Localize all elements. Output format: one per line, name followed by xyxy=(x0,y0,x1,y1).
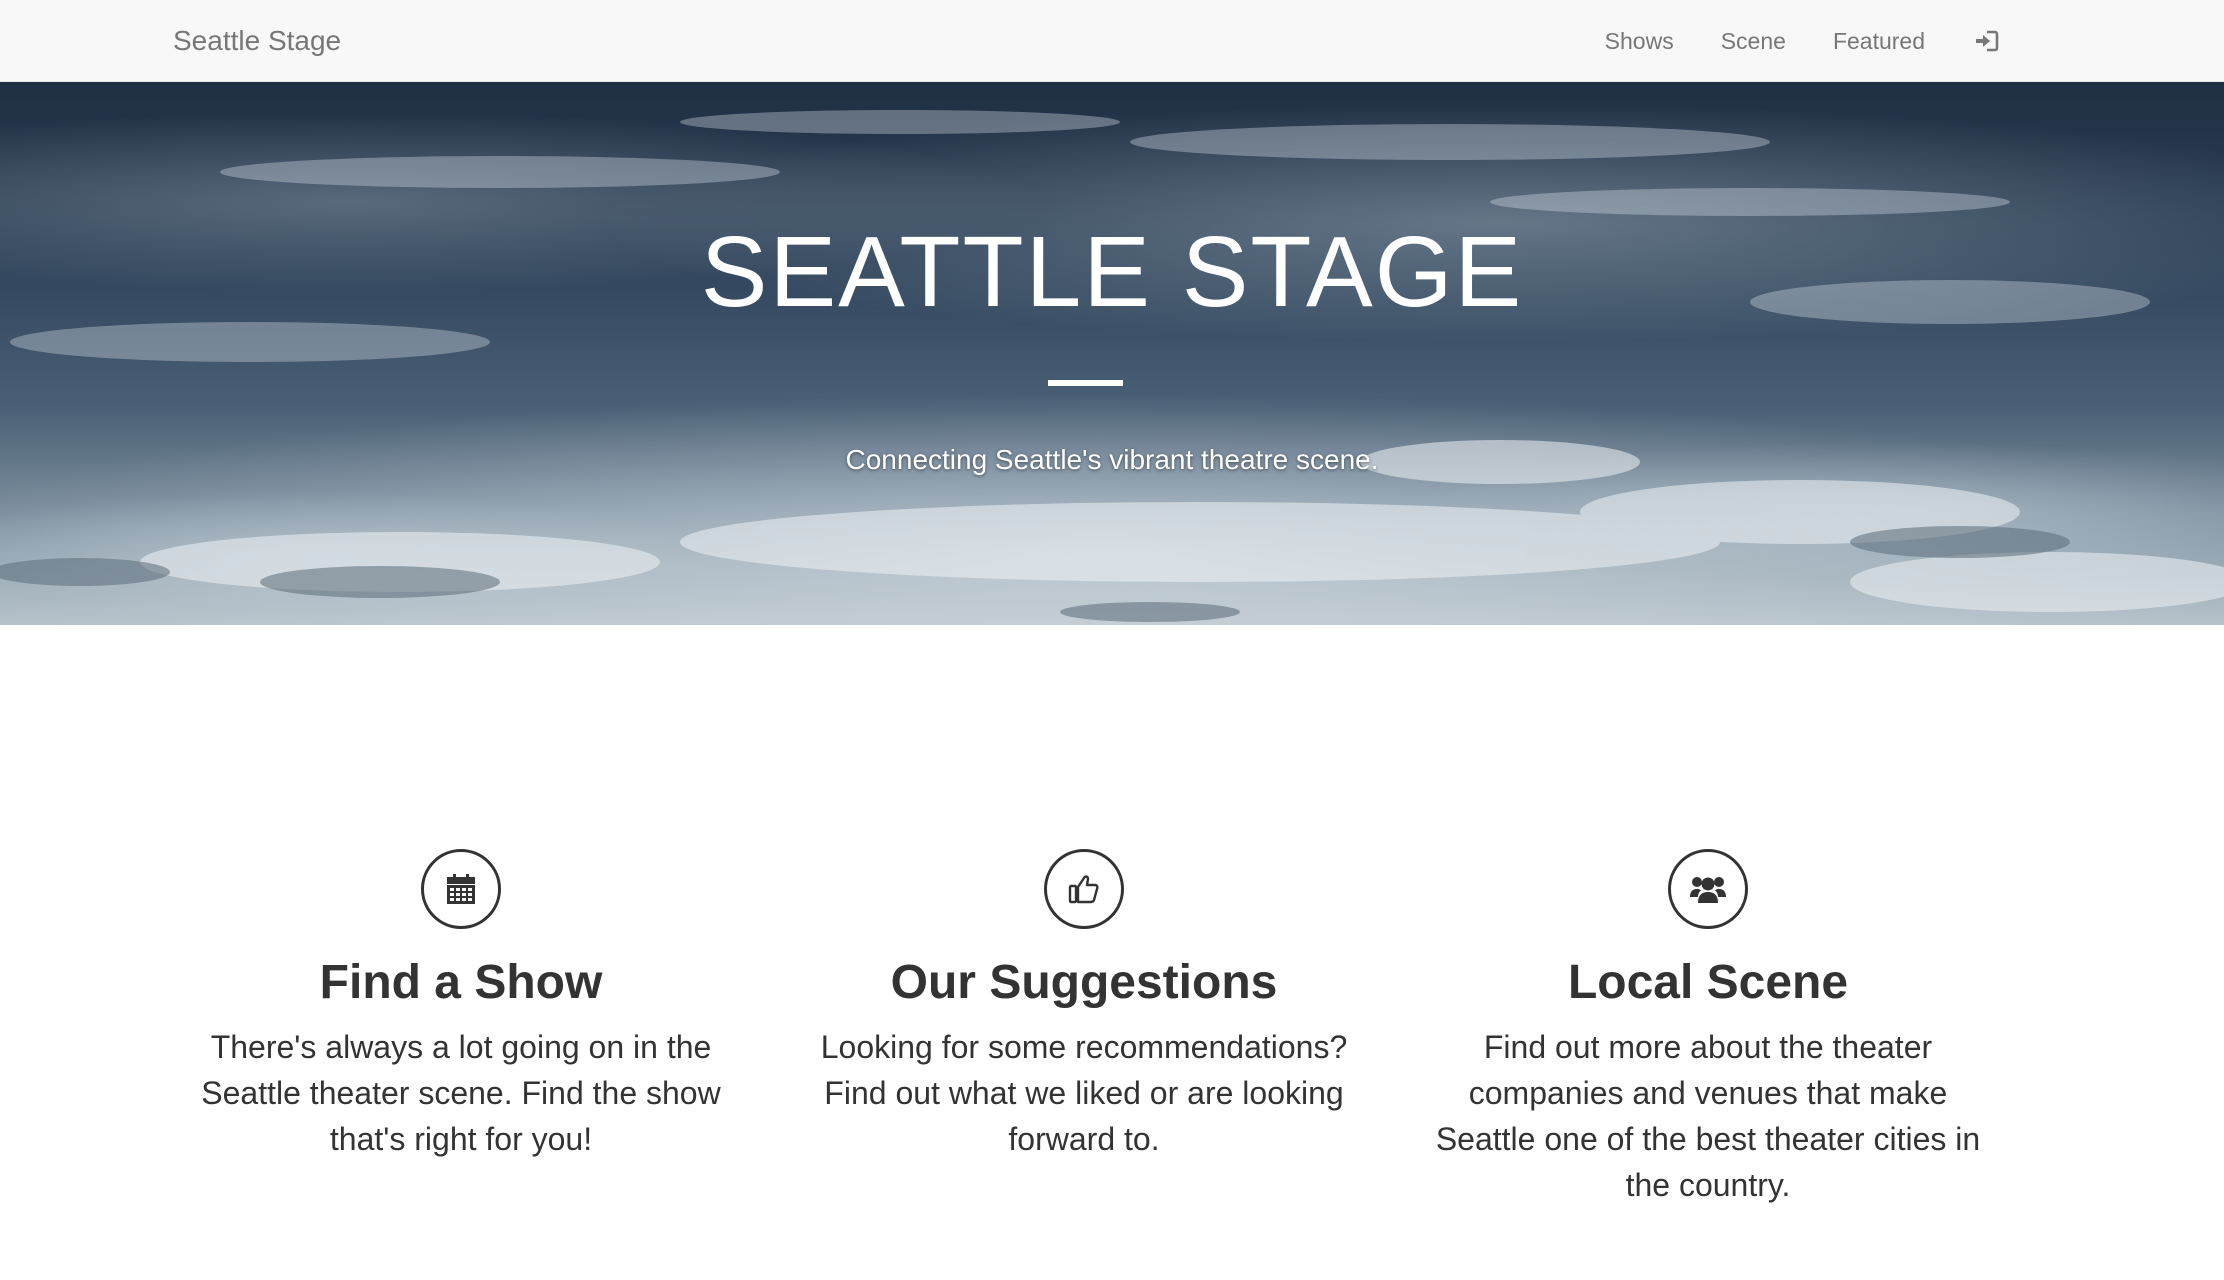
nav-link-scene[interactable]: Scene xyxy=(1721,0,1786,82)
hero-subtitle: Connecting Seattle's vibrant theatre sce… xyxy=(845,444,1379,475)
feature-find-a-show: Find a Show There's always a lot going o… xyxy=(181,849,741,1162)
users-icon xyxy=(1668,849,1748,929)
hero-banner: SEATTLE STAGE Connecting Seattle's vibra… xyxy=(0,82,2224,625)
thumbs-up-icon xyxy=(1044,849,1124,929)
feature-text: There's always a lot going on in the Sea… xyxy=(201,1028,721,1157)
feature-title: Our Suggestions xyxy=(890,956,1278,1009)
nav-link-shows[interactable]: Shows xyxy=(1605,0,1674,82)
feature-title: Find a Show xyxy=(319,956,603,1009)
feature-text: Looking for some recommendations? Find o… xyxy=(820,1028,1348,1157)
hero-title: SEATTLE STAGE xyxy=(700,216,1524,328)
feature-text: Find out more about the theater companie… xyxy=(1435,1028,1981,1203)
feature-local-scene: Local Scene Find out more about the thea… xyxy=(1428,849,1988,1208)
nav-link-featured[interactable]: Featured xyxy=(1833,0,1925,82)
sign-in-icon[interactable] xyxy=(1972,26,2002,56)
features-section: Find a Show There's always a lot going o… xyxy=(0,625,2224,1280)
calendar-icon xyxy=(421,849,501,929)
hero-divider xyxy=(1048,380,1123,386)
sky-background xyxy=(0,110,2224,622)
brand-link[interactable]: Seattle Stage xyxy=(173,0,341,82)
feature-title: Local Scene xyxy=(1567,956,1849,1009)
top-navbar: Seattle Stage Shows Scene Featured xyxy=(0,0,2224,82)
feature-our-suggestions: Our Suggestions Looking for some recomme… xyxy=(804,849,1364,1162)
nav-links: Shows Scene Featured xyxy=(1558,0,2002,82)
